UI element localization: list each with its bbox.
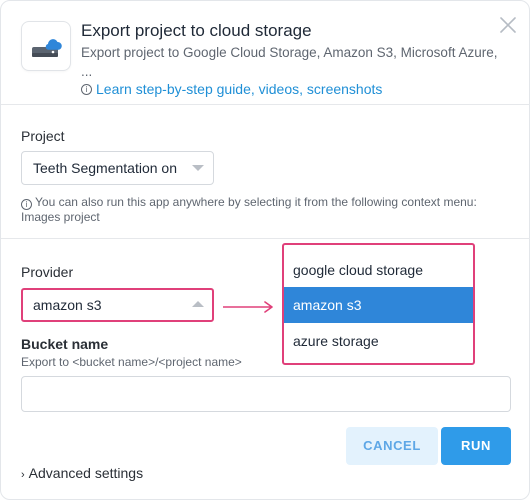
project-select-value: Teeth Segmentation on: [33, 160, 177, 176]
arrow-icon: [223, 301, 273, 313]
project-hint-text: You can also run this app anywhere by se…: [21, 195, 477, 224]
project-label: Project: [21, 128, 65, 144]
bucket-name-input[interactable]: [21, 376, 511, 412]
cloud-drive-icon: [21, 21, 71, 71]
project-select[interactable]: Teeth Segmentation on: [21, 151, 214, 185]
project-section: Project Teeth Segmentation on i You can a…: [1, 105, 530, 239]
project-hint: i You can also run this app anywhere by s…: [21, 195, 491, 225]
provider-label: Provider: [21, 264, 74, 280]
info-icon: i: [81, 83, 92, 95]
cancel-button[interactable]: CANCEL: [346, 427, 438, 465]
bucket-hint: Export to <bucket name>/<project name>: [21, 355, 242, 369]
guide-link[interactable]: i Learn step-by-step guide, videos, scre…: [81, 81, 382, 97]
run-button[interactable]: RUN: [441, 427, 511, 465]
chevron-right-icon: ›: [21, 469, 25, 481]
dialog-title: Export project to cloud storage: [81, 21, 312, 40]
guide-link-label: Learn step-by-step guide, videos, screen…: [96, 81, 383, 97]
chevron-up-icon: [192, 301, 204, 307]
close-icon[interactable]: [498, 15, 518, 35]
advanced-settings-toggle[interactable]: › Advanced settings: [21, 465, 143, 481]
export-dialog: Export project to cloud storage Export p…: [0, 0, 530, 500]
info-icon: i: [21, 199, 32, 210]
provider-option-amazon[interactable]: amazon s3: [284, 287, 473, 323]
dialog-header: Export project to cloud storage Export p…: [1, 1, 530, 105]
provider-dropdown: google cloud storage amazon s3 azure sto…: [282, 243, 475, 365]
provider-option-google[interactable]: google cloud storage: [284, 252, 473, 288]
bucket-label: Bucket name: [21, 336, 109, 352]
chevron-down-icon: [192, 165, 204, 171]
advanced-settings-label: Advanced settings: [28, 465, 144, 481]
dialog-subtitle: Export project to Google Cloud Storage, …: [81, 45, 498, 79]
provider-option-azure[interactable]: azure storage: [284, 323, 473, 359]
provider-select[interactable]: amazon s3: [21, 288, 214, 322]
provider-select-value: amazon s3: [33, 297, 102, 313]
